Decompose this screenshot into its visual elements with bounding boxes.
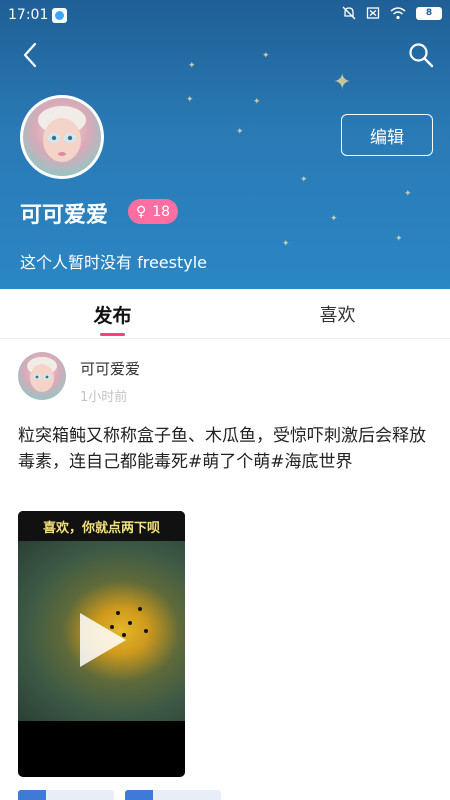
avatar-portrait-icon xyxy=(38,106,86,162)
star-decoration: ✦ xyxy=(236,127,244,137)
tab-posts[interactable]: 发布 xyxy=(0,289,225,339)
star-decoration: ✦ xyxy=(253,97,261,107)
star-decoration: ✦ xyxy=(188,61,196,71)
gender-age-badge: ♀ 18 xyxy=(128,199,179,224)
star-decoration: ✦ xyxy=(404,189,412,199)
preview-thumb[interactable] xyxy=(18,790,114,800)
fish-spot xyxy=(138,607,142,611)
app-notification-icon xyxy=(52,8,67,23)
battery-icon: 8 xyxy=(416,6,442,20)
star-decoration: ✦ xyxy=(395,234,403,244)
star-decoration: ✦ xyxy=(262,51,270,61)
more-content-preview xyxy=(18,790,228,800)
post-author-avatar[interactable] xyxy=(18,352,66,400)
profile-username: 可可爱爱 xyxy=(20,203,109,228)
female-icon: ♀ xyxy=(136,203,147,220)
age-value: 18 xyxy=(152,203,171,220)
avatar-portrait-icon xyxy=(27,357,57,392)
active-tab-indicator xyxy=(100,333,125,336)
star-decoration: ✦ xyxy=(300,175,308,185)
wifi-icon xyxy=(390,7,406,20)
mute-icon xyxy=(342,6,356,20)
fish-spot xyxy=(144,629,148,633)
post-timestamp: 1小时前 xyxy=(80,390,128,405)
back-arrow-icon[interactable] xyxy=(16,40,46,70)
post-text[interactable]: 粒突箱鲀又称称盒子鱼、木瓜鱼，受惊吓刺激后会释放毒素，连自己都能毒死#萌了个萌#… xyxy=(18,423,438,475)
profile-bio: 这个人暂时没有 freestyle xyxy=(20,253,208,272)
post-author-name[interactable]: 可可爱爱 xyxy=(80,358,140,379)
star-decoration: ✦ xyxy=(186,95,194,105)
star-decoration: ✦ xyxy=(330,214,338,224)
tab-likes[interactable]: 喜欢 xyxy=(225,289,450,339)
star-decoration: ✦ xyxy=(333,70,352,95)
post-video[interactable]: 喜欢，你就点两下呗 xyxy=(18,511,185,777)
sim-icon xyxy=(366,7,380,19)
status-time: 17:01 xyxy=(8,7,49,23)
profile-tabs: 发布 喜欢 xyxy=(0,289,450,339)
star-decoration: ✦ xyxy=(282,239,290,249)
video-caption-banner: 喜欢，你就点两下呗 xyxy=(18,511,185,541)
search-icon[interactable] xyxy=(406,40,436,70)
edit-profile-button[interactable]: 编辑 xyxy=(341,114,433,156)
preview-thumb[interactable] xyxy=(125,790,221,800)
status-bar: 17:01 8 xyxy=(0,0,450,30)
avatar[interactable] xyxy=(20,95,104,179)
play-icon[interactable] xyxy=(76,609,130,671)
